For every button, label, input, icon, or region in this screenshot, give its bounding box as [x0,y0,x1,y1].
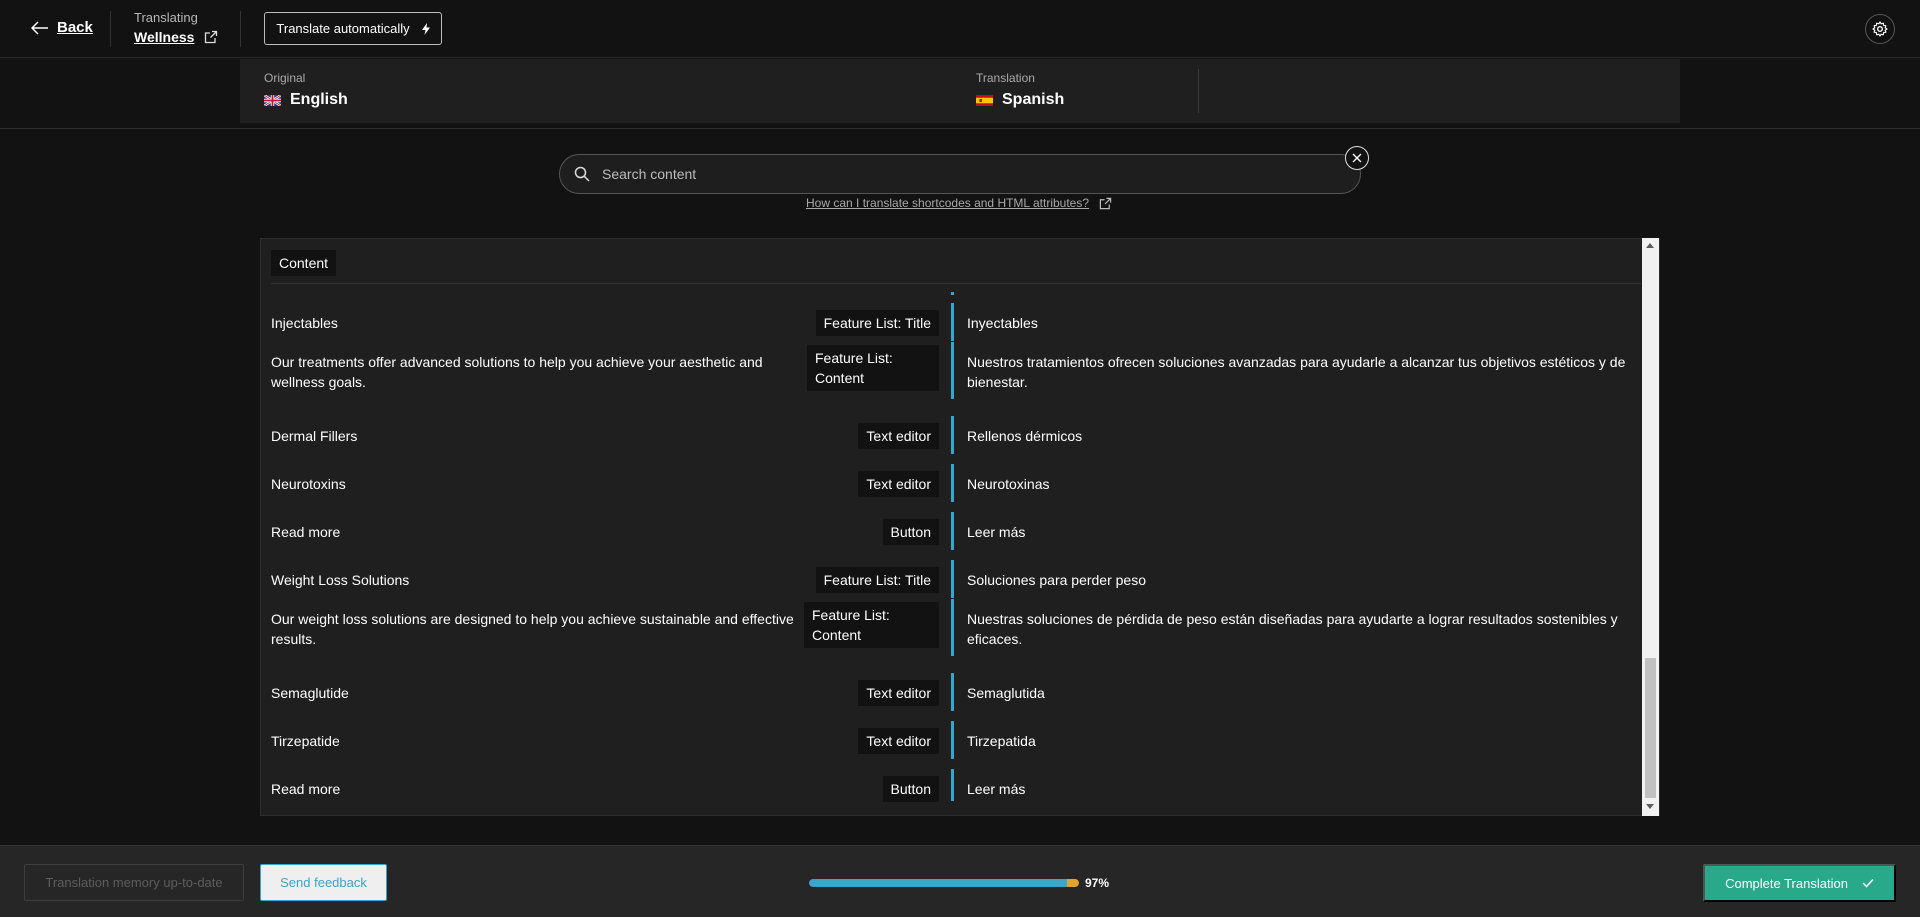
row-accent-bar [951,512,954,550]
shortcodes-help-link[interactable]: How can I translate shortcodes and HTML … [806,196,1112,210]
gear-icon [1872,21,1888,37]
language-band: Original English Translation Spanish [0,59,1920,129]
widget-type-badge: Feature List: Title [815,567,939,593]
original-text: Our weight loss solutions are designed t… [271,611,794,647]
translation-text[interactable]: Rellenos dérmicos [967,426,1627,446]
original-text: Read more [271,781,341,797]
scroll-down-icon[interactable] [1646,804,1654,809]
progress-remaining-marker [1067,879,1079,887]
check-icon [1862,878,1874,888]
row-accent-bar [951,769,954,801]
language-panel: Original English Translation Spanish [240,59,1680,123]
complete-translation-button[interactable]: Complete Translation [1703,864,1896,902]
row-accent-bar [951,599,954,656]
translation-text[interactable]: Nuestros tratamientos ofrecen soluciones… [967,352,1627,392]
original-text: Injectables [271,315,338,331]
widget-type-badge: Button [882,519,939,545]
arrow-left-icon [31,20,48,35]
clear-search-button[interactable] [1345,146,1369,170]
translation-text[interactable]: Leer más [967,779,1627,799]
original-text: Read more [271,524,341,540]
row-accent-bar [951,560,954,598]
top-bar: Back Translating Wellness Translate auto… [0,0,1920,58]
original-language-name: English [290,91,348,108]
translation-text[interactable]: Neurotoxinas [967,474,1627,494]
original-text: Dermal Fillers [271,428,358,444]
content-panel: Content Injectables Feature List: Title … [260,238,1660,816]
scroll-indicator-dot [951,292,954,295]
row-accent-bar [951,416,954,454]
translation-text[interactable]: Leer más [967,522,1627,542]
divider [271,283,1641,284]
translation-text[interactable]: Inyectables [967,313,1627,333]
original-text: Neurotoxins [271,476,346,492]
translation-text[interactable]: Soluciones para perder peso [967,570,1627,590]
scroll-up-icon[interactable] [1646,243,1654,248]
row-accent-bar [951,342,954,399]
search-icon [574,166,590,182]
widget-type-badge: Text editor [858,423,939,449]
original-text: Semaglutide [271,685,349,701]
spain-flag-icon [976,94,993,106]
page-title-link[interactable]: Wellness [134,29,194,45]
original-label: Original [264,71,306,85]
row-accent-bar [951,464,954,502]
scrollbar-thumb[interactable] [1645,658,1656,798]
help-link-text[interactable]: How can I translate shortcodes and HTML … [806,196,1089,210]
progress-percent: 97% [1085,876,1110,890]
translation-text[interactable]: Semaglutida [967,683,1627,703]
divider [110,11,111,47]
progress-fill [809,879,1071,887]
translation-text[interactable]: Nuestras soluciones de pérdida de peso e… [967,609,1627,649]
translation-text[interactable]: Tirzepatida [967,731,1627,751]
widget-type-badge: Feature List: Title [815,310,939,336]
settings-button[interactable] [1865,14,1895,44]
translating-info: Translating Wellness [134,10,218,45]
widget-type-badge: Text editor [858,680,939,706]
translate-automatically-label: Translate automatically [276,21,410,36]
widget-type-badge: Button [882,776,939,802]
progress-bar [809,879,1079,887]
back-label[interactable]: Back [57,19,93,36]
translation-language: Translation Spanish [976,71,1064,109]
close-icon [1352,153,1362,163]
row-accent-bar [951,303,954,341]
divider [1198,69,1199,113]
translate-automatically-button[interactable]: Translate automatically [264,12,442,45]
complete-translation-label: Complete Translation [1725,875,1848,891]
send-feedback-button[interactable]: Send feedback [260,864,387,901]
row-accent-bar [951,673,954,711]
original-text: Our treatments offer advanced solutions … [271,354,763,390]
widget-type-badge: Text editor [858,471,939,497]
translation-memory-button[interactable]: Translation memory up-to-date [24,864,244,901]
scrollbar[interactable] [1642,238,1659,816]
back-button[interactable]: Back [31,19,93,36]
translation-language-name: Spanish [1002,91,1065,108]
lightning-icon [421,22,430,35]
external-link-icon [1099,197,1112,209]
row-accent-bar [951,721,954,759]
divider [240,11,241,47]
widget-type-badge: Text editor [858,728,939,754]
original-text: Tirzepatide [271,733,340,749]
widget-type-badge: Feature List: Content [804,602,939,648]
footer-bar: Translation memory up-to-date Send feedb… [0,845,1920,917]
uk-flag-icon [264,94,281,106]
section-label: Content [271,250,337,276]
search-box [559,154,1361,194]
original-text: Weight Loss Solutions [271,572,410,588]
original-language: Original English [264,71,348,109]
translation-label: Translation [976,71,1035,85]
translating-label: Translating [134,10,198,25]
search-input[interactable] [602,166,1302,182]
external-link-icon[interactable] [204,30,218,44]
widget-type-badge: Feature List: Content [807,345,939,391]
